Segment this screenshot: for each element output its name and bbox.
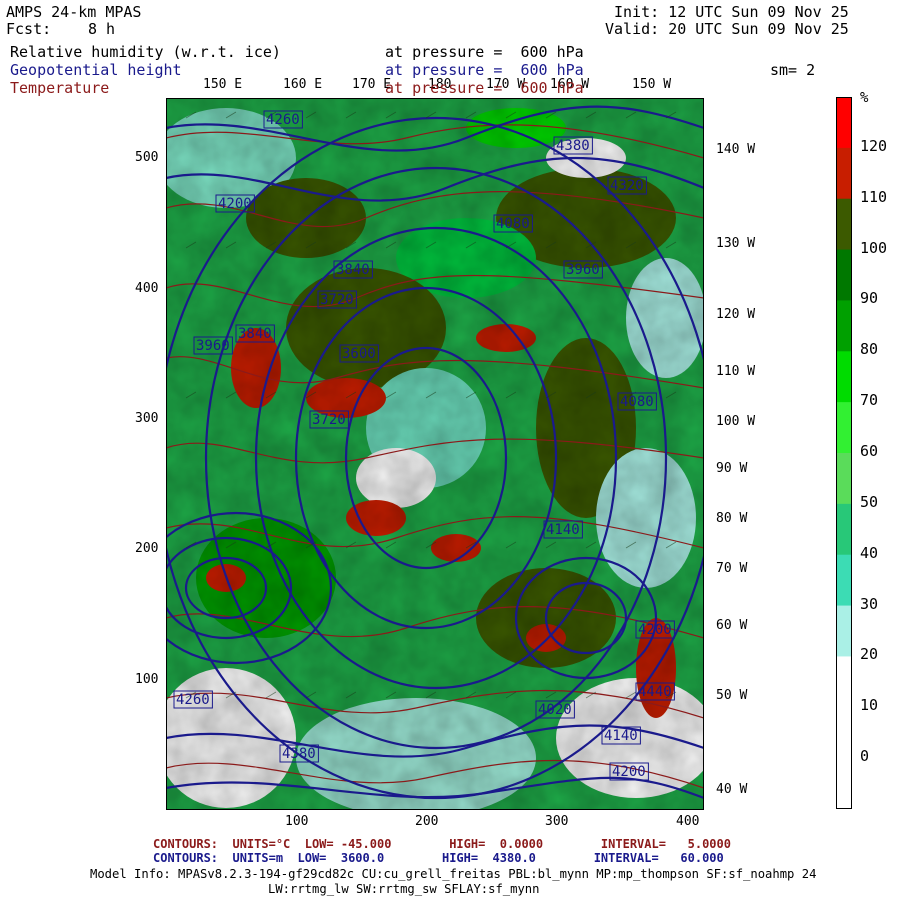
colorbar-label: 30 [860, 594, 879, 613]
smoothing-label: sm= 2 [770, 61, 816, 79]
height-contour-label: 4200 [218, 196, 252, 212]
field-rh-level: at pressure = 600 hPa [385, 43, 584, 61]
colorbar-swatch [836, 554, 852, 607]
height-contour-label: 3840 [336, 262, 370, 278]
lon-label-top: 160 E [283, 77, 323, 92]
height-contour-label: 3720 [320, 292, 354, 308]
height-contour-label: 4140 [546, 522, 580, 538]
x-tick-label: 100 [285, 814, 309, 829]
height-contour-label: 3960 [566, 262, 600, 278]
lon-label-right: 140 W [716, 142, 756, 157]
field-temp-level: at pressure = 600 hPa [385, 79, 584, 97]
y-tick-label: 300 [135, 411, 159, 426]
field-rh-name: Relative humidity (w.r.t. ice) [10, 43, 281, 61]
colorbar-swatch [836, 97, 852, 149]
height-contour-label: 4200 [612, 764, 646, 780]
colorbar-swatch [836, 300, 852, 352]
height-contour-label: 4200 [638, 622, 672, 638]
lon-label-right: 120 W [716, 307, 756, 322]
fcst-value: 8 h [88, 20, 116, 38]
lon-label-right: 110 W [716, 364, 756, 379]
height-contour-label: 4380 [556, 138, 590, 154]
colorbar-swatch [836, 147, 852, 200]
lon-label-right: 60 W [716, 618, 748, 633]
lon-label-top: 150 E [203, 77, 243, 92]
colorbar-swatch [836, 503, 852, 556]
colorbar-swatch [836, 351, 852, 403]
height-contour-label: 4380 [282, 746, 316, 762]
colorbar-label: 10 [860, 696, 879, 715]
height-contour-label: 4440 [638, 684, 672, 700]
colorbar-swatch [836, 249, 852, 301]
height-contour-label: 4020 [538, 702, 572, 718]
colorbar-label: 70 [860, 391, 879, 410]
height-contour-label: 4320 [610, 178, 644, 194]
lon-label-right: 80 W [716, 511, 748, 526]
colorbar [836, 97, 852, 809]
height-contour-info: CONTOURS: UNITS=m LOW= 3600.0 HIGH= 4380… [153, 851, 724, 865]
lon-label-right: 130 W [716, 236, 756, 251]
colorbar-label: 0 [860, 747, 870, 766]
y-tick-label: 500 [135, 150, 159, 165]
lon-label-top: 150 W [632, 77, 672, 92]
colorbar-swatch [836, 707, 852, 759]
colorbar-swatch [836, 758, 852, 809]
forecast-map: 4260 4380 4320 4200 4080 3960 3840 3720 3600 3840… [166, 98, 704, 810]
temp-contour-info: CONTOURS: UNITS=°C LOW= -45.000 HIGH= 0.… [153, 837, 731, 851]
init-time: Init: 12 UTC Sun 09 Nov 25 [614, 3, 849, 21]
fcst-label: Fcst: [6, 20, 52, 38]
x-tick-label: 400 [676, 814, 700, 829]
y-tick-label: 100 [135, 672, 159, 687]
colorbar-label: 40 [860, 543, 879, 562]
height-contour-label: 4260 [266, 112, 300, 128]
colorbar-label: 80 [860, 340, 879, 359]
colorbar-label: 120 [860, 136, 888, 155]
model-info-line-1: Model Info: MPASv8.2.3-194-gf29cd82c CU:… [90, 867, 817, 881]
x-tick-label: 200 [415, 814, 439, 829]
height-contour-label: 3720 [312, 412, 346, 428]
colorbar-swatch [836, 605, 852, 657]
y-tick-label: 200 [135, 541, 159, 556]
colorbar-label: 110 [860, 187, 888, 206]
model-info-line-2: LW:rrtmg_lw SW:rrtmg_sw SFLAY:sf_mynn [268, 882, 540, 896]
colorbar-swatch [836, 198, 852, 251]
colorbar-unit: % [860, 90, 869, 106]
height-contour-label: 3960 [196, 338, 230, 354]
colorbar-swatch [836, 453, 852, 505]
field-temp-name: Temperature [10, 79, 110, 97]
colorbar-swatch [836, 656, 852, 708]
lon-label-right: 40 W [716, 782, 748, 797]
field-height-name: Geopotential height [10, 61, 182, 79]
colorbar-label: 100 [860, 238, 888, 257]
height-contour-label: 4080 [496, 216, 530, 232]
colorbar-label: 20 [860, 645, 879, 664]
height-contour-label: 4260 [176, 692, 210, 708]
lon-label-right: 50 W [716, 688, 748, 703]
height-contour-label: 4080 [620, 394, 654, 410]
valid-time: Valid: 20 UTC Sun 09 Nov 25 [605, 20, 849, 38]
x-tick-label: 300 [545, 814, 569, 829]
colorbar-label: 50 [860, 492, 879, 511]
colorbar-swatch [836, 402, 852, 454]
lon-label-right: 70 W [716, 561, 748, 576]
lon-label-right: 100 W [716, 414, 756, 429]
y-tick-label: 400 [135, 281, 159, 296]
colorbar-label: 60 [860, 442, 879, 460]
lon-label-right: 90 W [716, 461, 748, 476]
colorbar-label: 90 [860, 289, 879, 308]
height-contour-label: 3600 [342, 346, 376, 362]
field-height-level: at pressure = 600 hPa [385, 61, 584, 79]
height-contour-label: 4140 [604, 728, 638, 744]
model-title: AMPS 24-km MPAS [6, 3, 142, 21]
height-contour-label: 3840 [238, 326, 272, 342]
